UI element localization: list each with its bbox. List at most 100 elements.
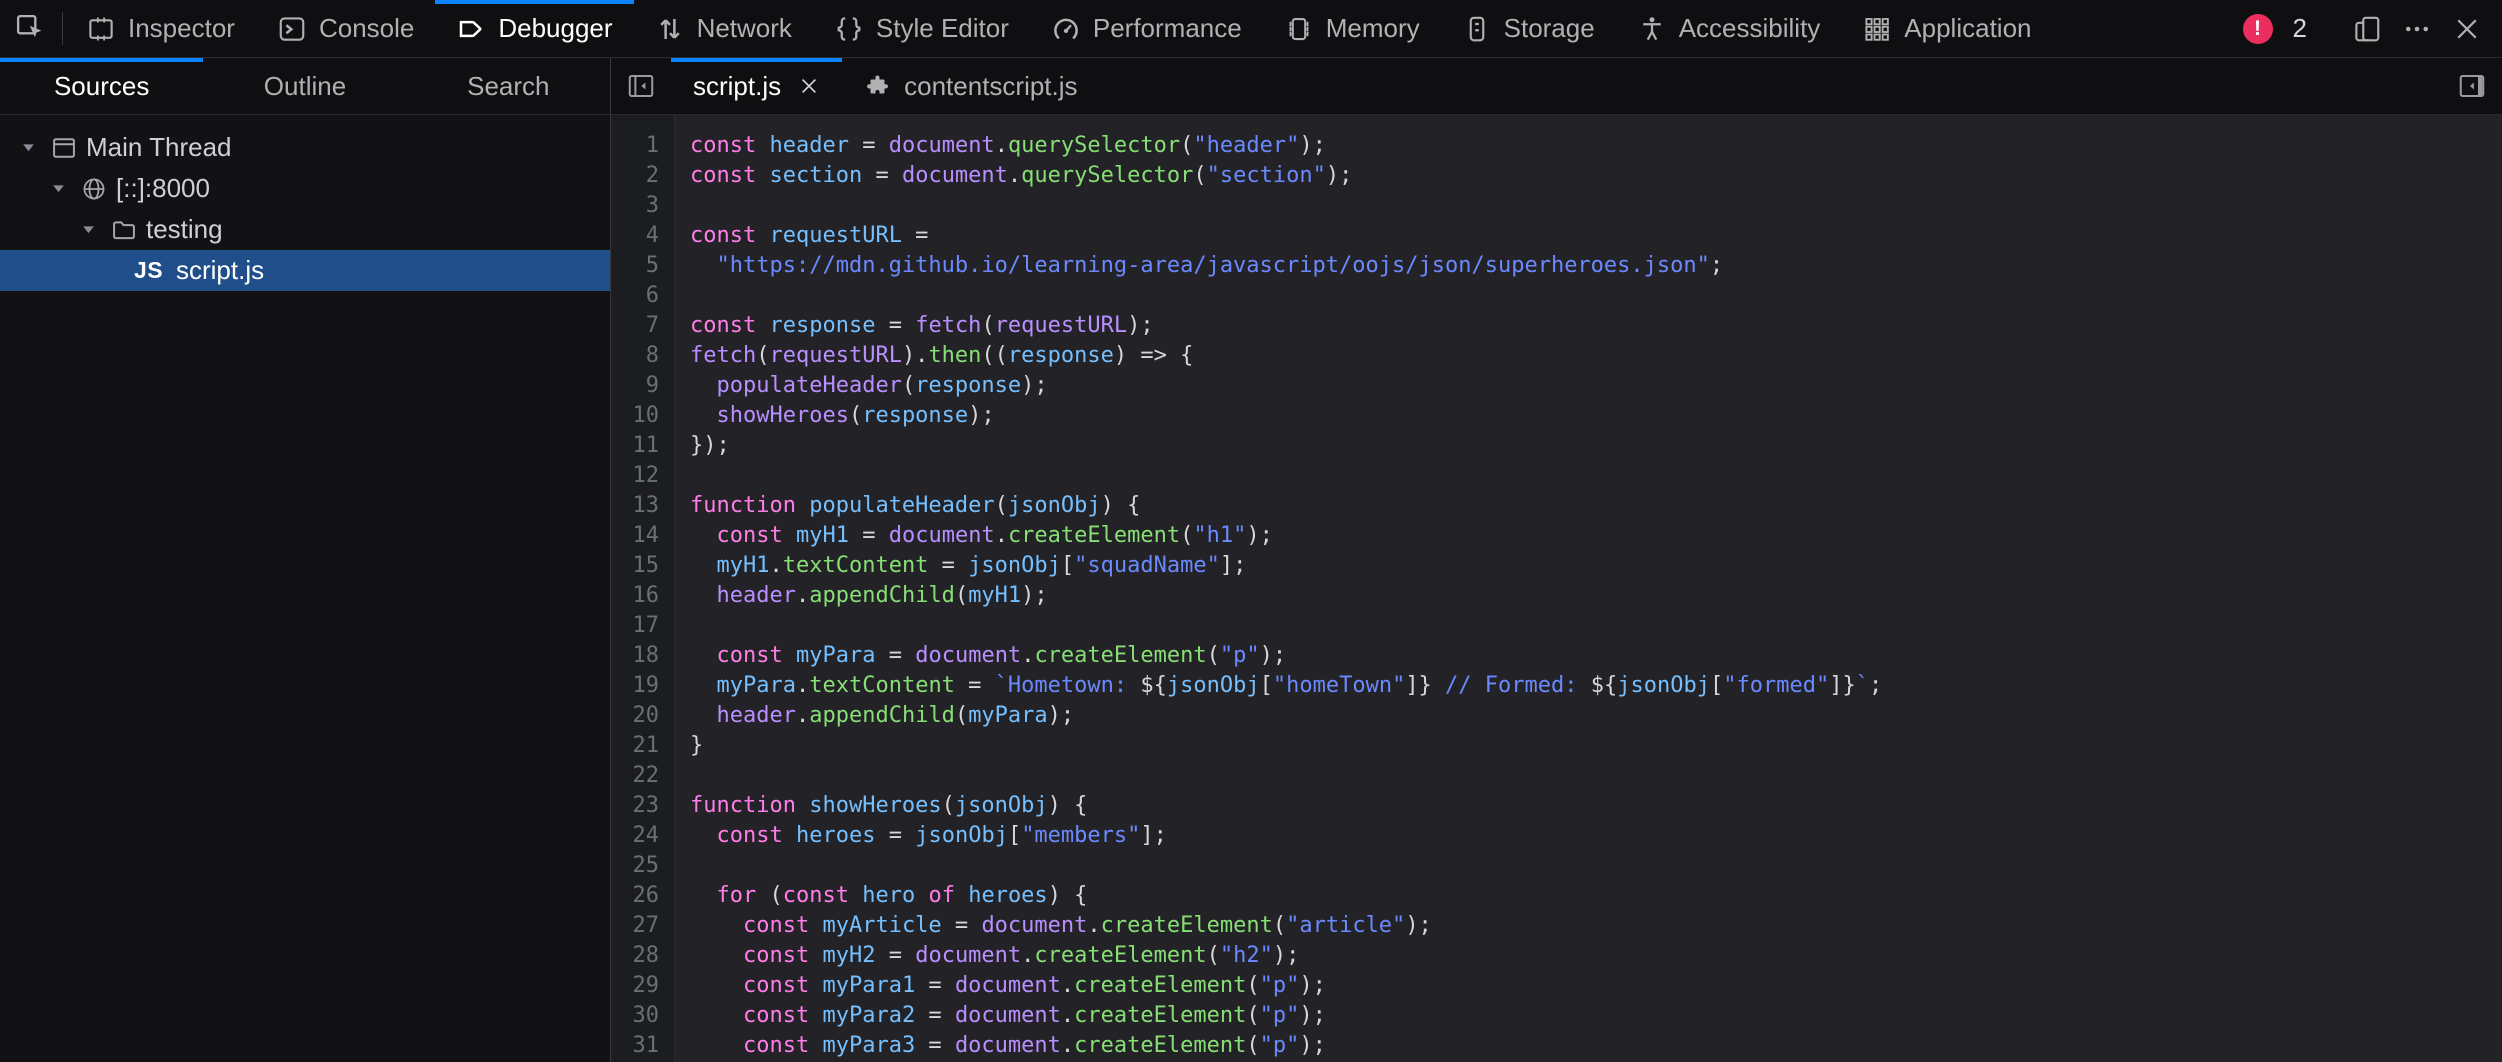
pick-element-button[interactable] [0,0,60,57]
code-line[interactable]: 21} [611,731,2502,761]
line-number: 11 [611,431,674,461]
network-icon [655,14,685,44]
tab-bar-spacer [1100,58,2442,114]
sidebar-tab-search[interactable]: Search [407,58,610,114]
tree-item-main-thread[interactable]: Main Thread [0,127,610,168]
code-line[interactable]: 28 const myH2 = document.createElement("… [611,941,2502,971]
toolbar-tab-performance[interactable]: Performance [1030,0,1263,57]
line-number: 31 [611,1031,674,1061]
code-line-text [674,611,690,641]
code-line[interactable]: 2const section = document.querySelector(… [611,161,2502,191]
code-line[interactable]: 11}); [611,431,2502,461]
code-line[interactable]: 1const header = document.querySelector("… [611,131,2502,161]
code-line[interactable]: 3 [611,191,2502,221]
code-line-text [674,461,690,491]
tree-item-file-script-js[interactable]: JSscript.js [0,250,610,291]
source-tab-script-js[interactable]: script.js [671,58,842,114]
toolbar-tab-label: Debugger [498,13,612,44]
line-number: 29 [611,971,674,1001]
code-line-text: myH1.textContent = jsonObj["squadName"]; [674,551,1246,581]
responsive-design-mode-button[interactable] [2352,14,2382,44]
code-line[interactable]: 29 const myPara1 = document.createElemen… [611,971,2502,1001]
toolbar-tab-storage[interactable]: Storage [1441,0,1616,57]
code-line-text [674,851,690,881]
puzzle-icon [864,73,891,100]
code-lines: 1const header = document.querySelector("… [611,131,2502,1061]
code-line[interactable]: 23function showHeroes(jsonObj) { [611,791,2502,821]
code-line-text: }); [674,431,730,461]
collapse-sources-pane-button[interactable] [611,58,671,114]
code-line[interactable]: 16 header.appendChild(myH1); [611,581,2502,611]
toolbar-tab-accessibility[interactable]: Accessibility [1616,0,1842,57]
code-line[interactable]: 19 myPara.textContent = `Hometown: ${jso… [611,671,2502,701]
toolbar-tab-label: Storage [1504,13,1595,44]
expand-panes-button[interactable] [2442,58,2502,114]
code-line[interactable]: 6 [611,281,2502,311]
tree-item-host-8000[interactable]: [::]:8000 [0,168,610,209]
code-line[interactable]: 26 for (const hero of heroes) { [611,881,2502,911]
tree-item-folder-testing[interactable]: testing [0,209,610,250]
line-number: 28 [611,941,674,971]
code-line-text: fetch(requestURL).then((response) => { [674,341,1193,371]
expander-triangle-icon[interactable] [72,221,104,238]
code-line-text: for (const hero of heroes) { [674,881,1087,911]
line-number: 30 [611,1001,674,1031]
sidebar-tab-outline[interactable]: Outline [203,58,406,114]
toolbar-tab-style-editor[interactable]: Style Editor [813,0,1030,57]
sidebar-tabs: SourcesOutlineSearch [0,58,610,115]
expander-triangle-icon[interactable] [12,139,44,156]
code-line[interactable]: 31 const myPara3 = document.createElemen… [611,1031,2502,1061]
folder-icon [104,216,144,244]
line-number: 1 [611,131,674,161]
collapse-right-icon [2457,71,2487,101]
code-line[interactable]: 7const response = fetch(requestURL); [611,311,2502,341]
code-line-text: } [674,731,703,761]
code-line[interactable]: 4const requestURL = [611,221,2502,251]
code-line-text: const myPara = document.createElement("p… [674,641,1286,671]
error-badge[interactable]: ! [2243,14,2273,44]
code-line[interactable]: 12 [611,461,2502,491]
collapse-left-icon [626,71,656,101]
code-line[interactable]: 17 [611,611,2502,641]
toolbar-tab-network[interactable]: Network [634,0,813,57]
toolbar-tab-memory[interactable]: Memory [1263,0,1441,57]
tree-item-label: [::]:8000 [114,173,210,204]
code-line[interactable]: 22 [611,761,2502,791]
source-tab-bar: script.jscontentscript.js [611,58,2502,115]
close-devtools-button[interactable] [2452,14,2482,44]
expander-triangle-icon[interactable] [42,180,74,197]
sources-sidebar: SourcesOutlineSearch Main Thread[::]:800… [0,58,610,1062]
sidebar-tab-sources[interactable]: Sources [0,58,203,114]
code-line-text: showHeroes(response); [674,401,995,431]
line-number: 7 [611,311,674,341]
code-line[interactable]: 15 myH1.textContent = jsonObj["squadName… [611,551,2502,581]
code-line[interactable]: 10 showHeroes(response); [611,401,2502,431]
code-line[interactable]: 9 populateHeader(response); [611,371,2502,401]
code-line[interactable]: 20 header.appendChild(myPara); [611,701,2502,731]
code-line[interactable]: 5 "https://mdn.github.io/learning-area/j… [611,251,2502,281]
application-icon [1862,14,1892,44]
toolbar-tab-application[interactable]: Application [1841,0,2052,57]
line-number: 6 [611,281,674,311]
tree-item-label: testing [144,214,223,245]
devtools-menu-button[interactable] [2402,14,2432,44]
code-line[interactable]: 8fetch(requestURL).then((response) => { [611,341,2502,371]
tree-item-label: script.js [174,255,264,286]
line-number: 2 [611,161,674,191]
console-icon [277,14,307,44]
code-line[interactable]: 18 const myPara = document.createElement… [611,641,2502,671]
toolbar-tab-inspector[interactable]: Inspector [65,0,256,57]
toolbar-tab-console[interactable]: Console [256,0,435,57]
code-line[interactable]: 14 const myH1 = document.createElement("… [611,521,2502,551]
source-tab-contentscript-js[interactable]: contentscript.js [842,58,1099,114]
code-editor[interactable]: 1const header = document.querySelector("… [611,115,2502,1062]
code-line[interactable]: 13function populateHeader(jsonObj) { [611,491,2502,521]
toolbar-tab-debugger[interactable]: Debugger [435,0,633,57]
close-tab-icon[interactable] [798,75,820,97]
code-line[interactable]: 30 const myPara2 = document.createElemen… [611,1001,2502,1031]
code-line[interactable]: 24 const heroes = jsonObj["members"]; [611,821,2502,851]
code-line[interactable]: 25 [611,851,2502,881]
toolbar-tabs: InspectorConsole Debugger NetworkStyle Edi… [65,0,2235,57]
devtools-toolbar: InspectorConsole Debugger NetworkStyle Edi… [0,0,2502,58]
code-line[interactable]: 27 const myArticle = document.createElem… [611,911,2502,941]
